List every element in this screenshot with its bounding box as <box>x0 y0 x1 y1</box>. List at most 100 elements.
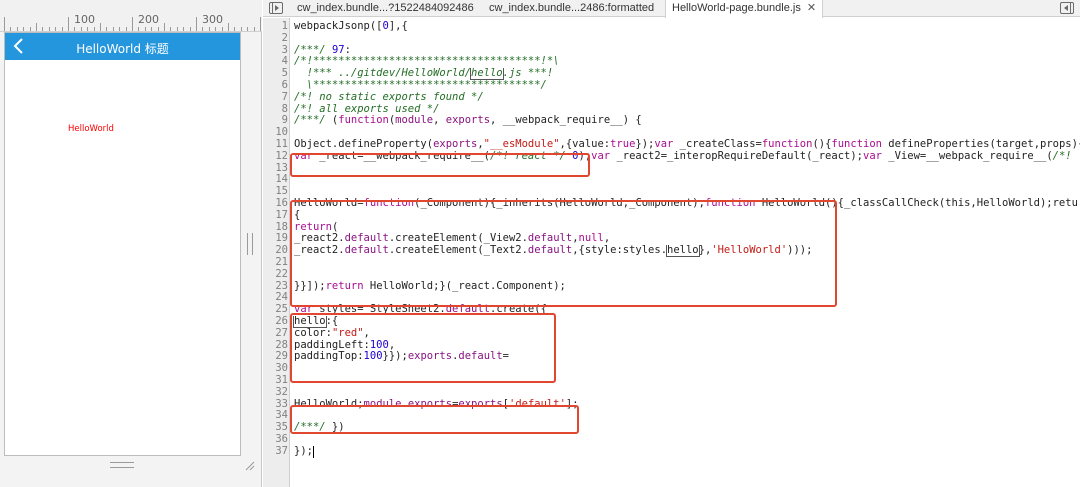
ruler-tick <box>42 27 44 31</box>
code-text: _react2.default.createElement(_Text2.def… <box>294 245 813 257</box>
show-debugger-icon[interactable] <box>1060 2 1074 14</box>
close-icon[interactable]: ✕ <box>807 2 816 14</box>
line-number: 19 <box>275 233 288 245</box>
ruler-mark-200: 200 <box>138 13 159 26</box>
code-text: \************************************/ <box>294 80 547 91</box>
line-number: 24 <box>275 292 288 304</box>
ruler-tick <box>164 23 165 31</box>
ruler-tick <box>260 17 261 31</box>
line-number: 20 <box>275 245 288 257</box>
code-line: 32 <box>263 387 1080 399</box>
tab-label: cw_index.bundle...?1522484092486 <box>297 2 474 14</box>
code-line: 7 /*! no static exports found */ <box>263 92 1080 104</box>
code-line: 16 HelloWorld=function(_Component){_inher… <box>263 198 1080 210</box>
ruler-tick <box>93 27 95 31</box>
ruler-tick <box>119 27 121 31</box>
ruler-tick <box>221 27 223 31</box>
line-number: 37 <box>275 445 288 457</box>
code-text: color:"red", <box>294 327 370 339</box>
code-line: 33 HelloWorld;module.exports=exports['def… <box>263 399 1080 411</box>
ruler-tick <box>176 27 178 31</box>
tab-label: cw_index.bundle...2486:formatted <box>489 2 655 14</box>
code-area[interactable]: 1 webpackJsonp([0],{2 3 /***/ 97: 4 /*!******… <box>263 21 1080 487</box>
ruler-tick <box>132 17 133 31</box>
line-number: 14 <box>275 174 288 186</box>
line-number: 5 <box>281 68 288 80</box>
ruler-tick <box>215 27 217 31</box>
ruler-tick <box>234 27 236 31</box>
code-line: 17 { <box>263 210 1080 222</box>
show-navigator-icon[interactable] <box>269 2 283 14</box>
ruler-tick <box>240 27 242 31</box>
code-line: 15 <box>263 186 1080 198</box>
ruler-tick <box>170 27 172 31</box>
code-text: /*!************************************!… <box>294 56 560 68</box>
sources-editor: cw_index.bundle...?1522484092486 cw_inde… <box>263 0 1080 487</box>
code-line: 22 <box>263 269 1080 281</box>
code-line: 3 /***/ 97: <box>263 45 1080 57</box>
code-text: paddingTop:100}});exports.default= <box>294 351 509 363</box>
code-line: 23}}]);return HelloWorld;}(_react.Compon… <box>263 281 1080 293</box>
code-line: 6 \************************************/ <box>263 80 1080 92</box>
code-line: 24 <box>263 292 1080 304</box>
ruler-tick <box>138 27 140 31</box>
tab-helloworld-page-bundle[interactable]: HelloWorld-page.bundle.js ✕ <box>665 0 824 18</box>
ruler-tick <box>183 27 185 31</box>
ruler-tick <box>144 27 146 31</box>
tab-cw-index-formatted[interactable]: cw_index.bundle...2486:formatted <box>483 0 660 17</box>
code-text: webpackJsonp([0],{ <box>294 21 408 32</box>
code-text: /***/ (function(module, exports, __webpa… <box>294 115 642 127</box>
ruler-mark-300: 300 <box>202 13 223 26</box>
resize-grip-icon[interactable] <box>243 459 255 471</box>
line-number: 26 <box>275 316 288 327</box>
ruler-tick <box>4 17 5 31</box>
ruler-tick <box>228 23 229 31</box>
code-line: 30 <box>263 363 1080 375</box>
line-number: 6 <box>281 80 288 91</box>
line-number: 1 <box>281 21 288 32</box>
code-line: 19 _react2.default.createElement(_View2.d… <box>263 233 1080 245</box>
line-number: 31 <box>275 375 288 386</box>
code-text: }); <box>294 445 313 457</box>
ruler-tick <box>106 27 108 31</box>
line-number: 16 <box>275 198 288 209</box>
code-line: 20 _react2.default.createElement(_Text2.d… <box>263 245 1080 257</box>
ruler-tick <box>247 27 249 31</box>
code-text: var _react=__webpack_require__(/*! react… <box>294 150 1072 162</box>
code-line: 34 <box>263 410 1080 422</box>
code-text: Object.defineProperty(exports,"__esModul… <box>294 139 1080 150</box>
ruler-tick <box>196 17 197 31</box>
ruler-tick <box>68 17 69 31</box>
code-line: 4 /*!************************************… <box>263 56 1080 68</box>
hello-world-text: HelloWorld <box>68 124 114 134</box>
pane-splitter-handle[interactable] <box>247 233 253 255</box>
line-number: 33 <box>275 398 288 410</box>
code-text: }}]);return HelloWorld;}(_react.Componen… <box>294 280 566 292</box>
code-line: 8 /*! all exports used */ <box>263 104 1080 116</box>
code-line: 37}); <box>263 446 1080 458</box>
code-line: 35 /***/ }) <box>263 422 1080 434</box>
code-text: !*** ../gitdev/HelloWorld/hello.js ***! <box>294 68 554 80</box>
line-number: 29 <box>275 351 288 363</box>
ruler-tick <box>157 27 159 31</box>
code-text: var styles=_StyleSheet2.default.create({ <box>294 304 547 316</box>
text-cursor <box>313 445 314 458</box>
ruler-tick <box>253 27 255 31</box>
line-number: 9 <box>281 115 288 127</box>
line-number: 3 <box>281 44 288 56</box>
line-number: 21 <box>275 257 288 268</box>
ruler-mark-100: 100 <box>74 13 95 26</box>
ruler-tick <box>100 23 101 31</box>
line-number: 8 <box>281 103 288 115</box>
ruler-tick <box>29 27 31 31</box>
code-text: _react2.default.createElement(_View2.def… <box>294 233 611 245</box>
ruler-tick <box>208 27 210 31</box>
code-line: 26 hello:{ <box>263 316 1080 328</box>
code-line: 1 webpackJsonp([0],{ <box>263 21 1080 33</box>
code-text: /***/ }) <box>294 422 345 434</box>
ruler-tick <box>23 27 25 31</box>
device-resize-grabber[interactable] <box>110 462 134 468</box>
ruler-tick <box>202 27 204 31</box>
line-number: 32 <box>275 386 288 398</box>
tab-cw-index-bundle[interactable]: cw_index.bundle...?1522484092486 <box>291 0 480 17</box>
